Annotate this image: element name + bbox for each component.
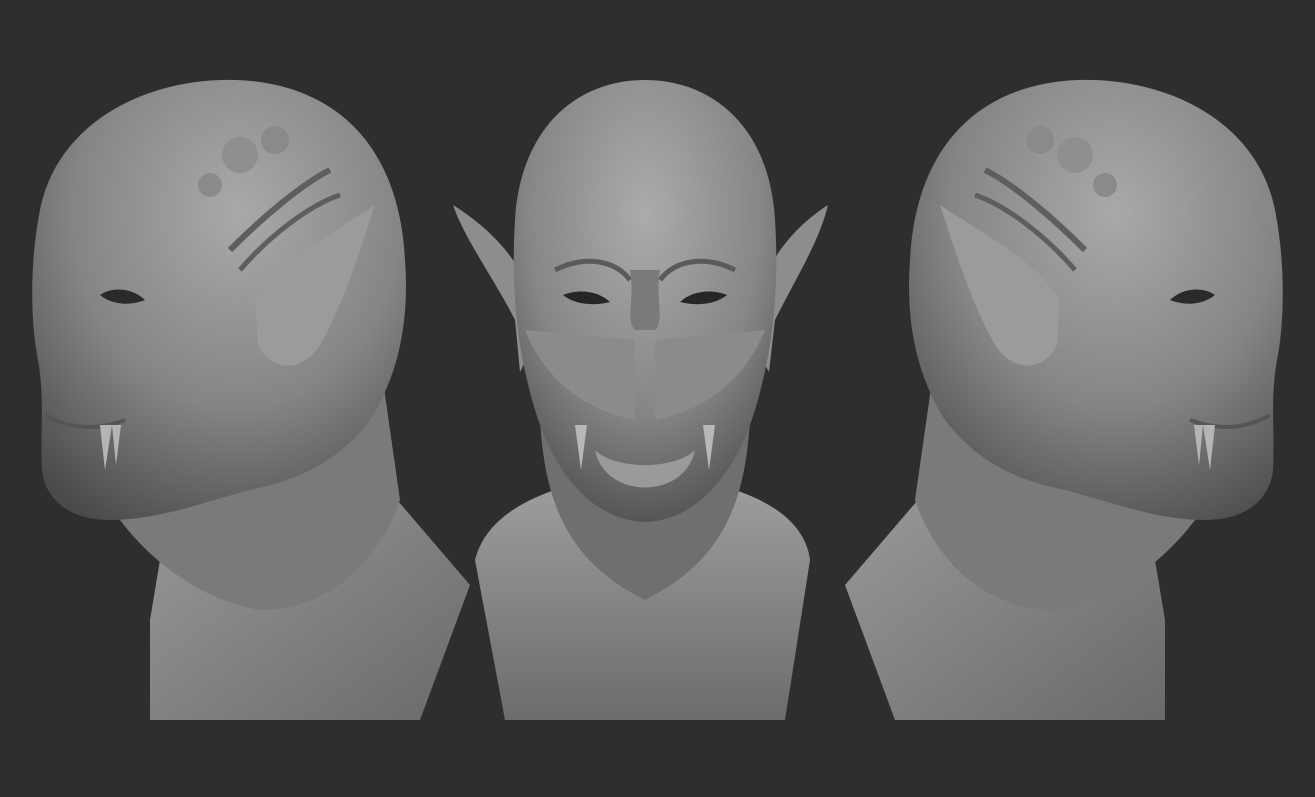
bust-three-quarter-left-icon — [32, 79, 470, 720]
viewport-canvas — [0, 0, 1315, 797]
bust-view-right — [835, 0, 1315, 797]
bust-view-left — [0, 0, 480, 797]
bust-front-icon — [453, 80, 828, 720]
bust-view-front — [445, 0, 845, 797]
bust-three-quarter-right-icon — [845, 79, 1283, 720]
